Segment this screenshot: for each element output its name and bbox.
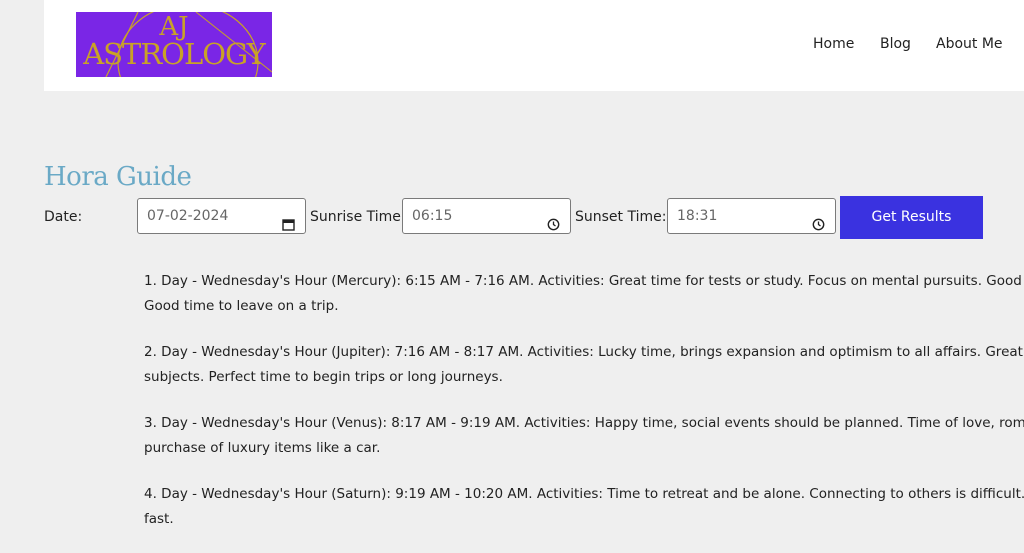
sunset-label: Sunset Time: bbox=[575, 209, 667, 225]
site-header: AJ ASTROLOGY Home Blog About Me bbox=[44, 0, 1024, 91]
hora-results-list: 1. Day - Wednesday's Hour (Mercury): 6:1… bbox=[144, 269, 1024, 553]
hora-result-line: purchase of luxury items like a car. bbox=[144, 440, 381, 456]
site-logo[interactable]: AJ ASTROLOGY bbox=[76, 12, 272, 77]
hora-result-line: 2. Day - Wednesday's Hour (Jupiter): 7:1… bbox=[144, 344, 1024, 360]
date-label: Date: bbox=[44, 209, 83, 225]
get-results-button[interactable]: Get Results bbox=[840, 196, 983, 239]
hora-result-line: 4. Day - Wednesday's Hour (Saturn): 9:19… bbox=[144, 486, 1024, 502]
hora-result-item: 4. Day - Wednesday's Hour (Saturn): 9:19… bbox=[144, 482, 1024, 532]
clock-icon[interactable] bbox=[547, 210, 560, 244]
logo-text-line2: ASTROLOGY bbox=[83, 37, 266, 71]
hora-result-line: subjects. Perfect time to begin trips or… bbox=[144, 369, 503, 385]
nav-home[interactable]: Home bbox=[813, 36, 854, 52]
sunrise-label: Sunrise Time: bbox=[310, 209, 406, 225]
date-value: 07-02-2024 bbox=[147, 208, 229, 224]
nav-about-me[interactable]: About Me bbox=[936, 36, 1003, 52]
sunset-value: 18:31 bbox=[677, 208, 718, 224]
hora-result-item: 3. Day - Wednesday's Hour (Venus): 8:17 … bbox=[144, 411, 1024, 461]
hora-result-item: 2. Day - Wednesday's Hour (Jupiter): 7:1… bbox=[144, 340, 1024, 390]
nav-blog[interactable]: Blog bbox=[880, 36, 911, 52]
sunset-time-input[interactable]: 18:31 bbox=[667, 198, 836, 234]
hora-result-line: 1. Day - Wednesday's Hour (Mercury): 6:1… bbox=[144, 273, 1024, 289]
calendar-icon[interactable] bbox=[282, 210, 295, 244]
hora-result-line: Good time to leave on a trip. bbox=[144, 298, 339, 314]
hora-result-line: 3. Day - Wednesday's Hour (Venus): 8:17 … bbox=[144, 415, 1024, 431]
clock-icon[interactable] bbox=[812, 210, 825, 244]
hora-result-item: 1. Day - Wednesday's Hour (Mercury): 6:1… bbox=[144, 269, 1024, 319]
hora-result-line: fast. bbox=[144, 511, 174, 527]
date-input[interactable]: 07-02-2024 bbox=[137, 198, 306, 234]
sunrise-value: 06:15 bbox=[412, 208, 453, 224]
sunrise-time-input[interactable]: 06:15 bbox=[402, 198, 571, 234]
page-title: Hora Guide bbox=[44, 162, 192, 193]
